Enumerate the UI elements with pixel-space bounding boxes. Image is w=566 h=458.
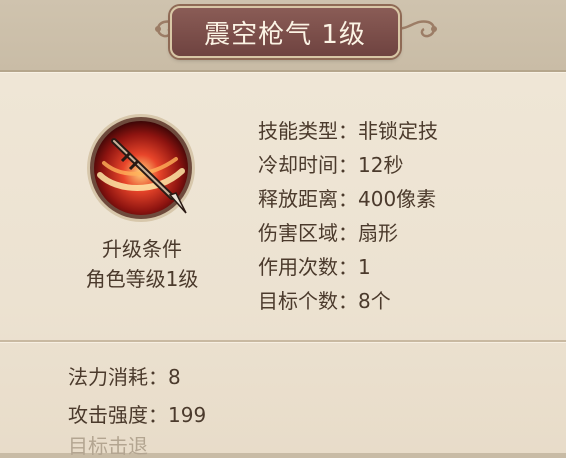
attribute-separator: ： <box>338 221 358 245</box>
cost-separator: ： <box>148 365 168 389</box>
skill-title: 震空枪气 1级 <box>204 19 366 50</box>
cost-label: 攻击强度 <box>68 403 148 427</box>
attribute-value: 8个 <box>358 289 391 313</box>
attribute-separator: ： <box>338 289 358 313</box>
truncated-row: 目标击退 <box>68 434 148 458</box>
attribute-row: 作用次数：1 <box>258 250 438 284</box>
attribute-label: 冷却时间 <box>258 153 338 177</box>
cost-label: 法力消耗 <box>68 365 148 389</box>
attribute-value: 非锁定技 <box>358 119 438 143</box>
attribute-row: 伤害区域：扇形 <box>258 216 438 250</box>
upgrade-heading: 升级条件 <box>102 237 182 261</box>
banner-ornament-right-icon <box>396 20 437 38</box>
attribute-label: 作用次数 <box>258 255 338 279</box>
cost-value: 199 <box>168 403 207 427</box>
attribute-row: 目标个数：8个 <box>258 284 438 318</box>
cost-list: 法力消耗：8 攻击强度：199 目标击退 <box>68 358 206 458</box>
attribute-row: 技能类型：非锁定技 <box>258 114 438 148</box>
attribute-separator: ： <box>338 119 358 143</box>
cost-separator: ： <box>148 403 168 427</box>
attribute-value: 400像素 <box>358 187 437 211</box>
cost-row: 攻击强度：199 <box>68 396 206 434</box>
section-divider <box>0 340 566 342</box>
title-banner: 震空枪气 1级 <box>170 6 400 58</box>
upgrade-condition: 升级条件 角色等级1级 <box>60 234 224 294</box>
spear-slash-icon[interactable] <box>86 113 196 223</box>
attribute-label: 释放距离 <box>258 187 338 211</box>
cost-row: 法力消耗：8 <box>68 358 206 396</box>
attribute-label: 技能类型 <box>258 119 338 143</box>
attribute-value: 1 <box>358 255 371 279</box>
attribute-value: 扇形 <box>358 221 398 245</box>
attribute-value: 12秒 <box>358 153 404 177</box>
attribute-separator: ： <box>338 187 358 211</box>
attribute-separator: ： <box>338 255 358 279</box>
attribute-separator: ： <box>338 153 358 177</box>
attribute-label: 目标个数 <box>258 289 338 313</box>
attribute-row: 冷却时间：12秒 <box>258 148 438 182</box>
skill-attribute-list: 技能类型：非锁定技 冷却时间：12秒 释放距离：400像素 伤害区域：扇形 作用… <box>258 114 438 318</box>
attribute-row: 释放距离：400像素 <box>258 182 438 216</box>
upgrade-requirement: 角色等级1级 <box>85 267 199 291</box>
cost-value: 8 <box>168 365 181 389</box>
attribute-label: 伤害区域 <box>258 221 338 245</box>
